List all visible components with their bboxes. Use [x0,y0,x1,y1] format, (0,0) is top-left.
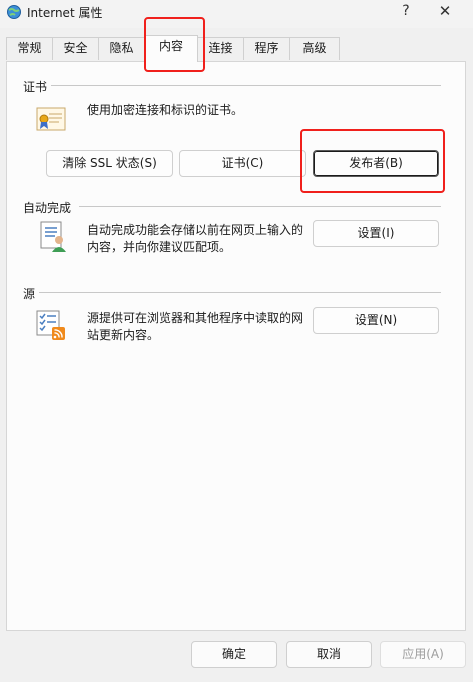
tab-strip: 常规 安全 隐私 内容 连接 程序 高级 [0,35,473,62]
feeds-divider [39,292,441,293]
window-title: Internet 属性 [27,6,103,20]
certificate-icon [35,102,69,136]
publishers-button[interactable]: 发布者(B) [313,150,439,177]
tab-programs[interactable]: 程序 [243,37,290,60]
tab-content[interactable]: 内容 [144,35,198,62]
apply-button[interactable]: 应用(A) [380,641,466,668]
close-button[interactable]: ✕ [432,1,458,21]
tab-privacy[interactable]: 隐私 [98,37,145,60]
feeds-description-line1: 源提供可在浏览器和其他程序中读取的网 [87,311,304,325]
certificates-button[interactable]: 证书(C) [179,150,306,177]
internet-globe-icon [6,4,22,20]
rss-feed-icon [35,308,69,342]
feeds-settings-button[interactable]: 设置(N) [313,307,439,334]
autocomplete-group-label: 自动完成 [23,201,72,215]
autocomplete-description-line1: 自动完成功能会存储以前在网页上输入的 [87,223,304,237]
help-button[interactable]: ? [396,1,416,21]
clear-ssl-state-button[interactable]: 清除 SSL 状态(S) [46,150,173,177]
feeds-group-label: 源 [23,287,36,301]
cancel-button[interactable]: 取消 [286,641,372,668]
certificates-description: 使用加密连接和标识的证书。 [87,103,244,117]
tab-advanced[interactable]: 高级 [289,37,340,60]
autocomplete-settings-button[interactable]: 设置(I) [313,220,439,247]
autocomplete-icon [37,220,71,254]
certificates-group-label: 证书 [23,80,48,94]
content-panel: 证书 使用加密连接和标识的证书。 清除 SSL 状态(S) 证书(C) 发布者(… [6,61,466,631]
certificates-divider [51,85,441,86]
autocomplete-description-line2: 内容，并向你建议匹配项。 [87,240,232,254]
feeds-description-line2: 站更新内容。 [87,328,160,342]
ok-button[interactable]: 确定 [191,641,277,668]
tab-security[interactable]: 安全 [52,37,99,60]
tab-connections[interactable]: 连接 [197,37,244,60]
dialog-footer: 确定 取消 应用(A) [0,631,473,682]
title-bar: Internet 属性 ? ✕ [0,0,473,28]
autocomplete-divider [79,206,441,207]
tab-general[interactable]: 常规 [6,37,53,60]
